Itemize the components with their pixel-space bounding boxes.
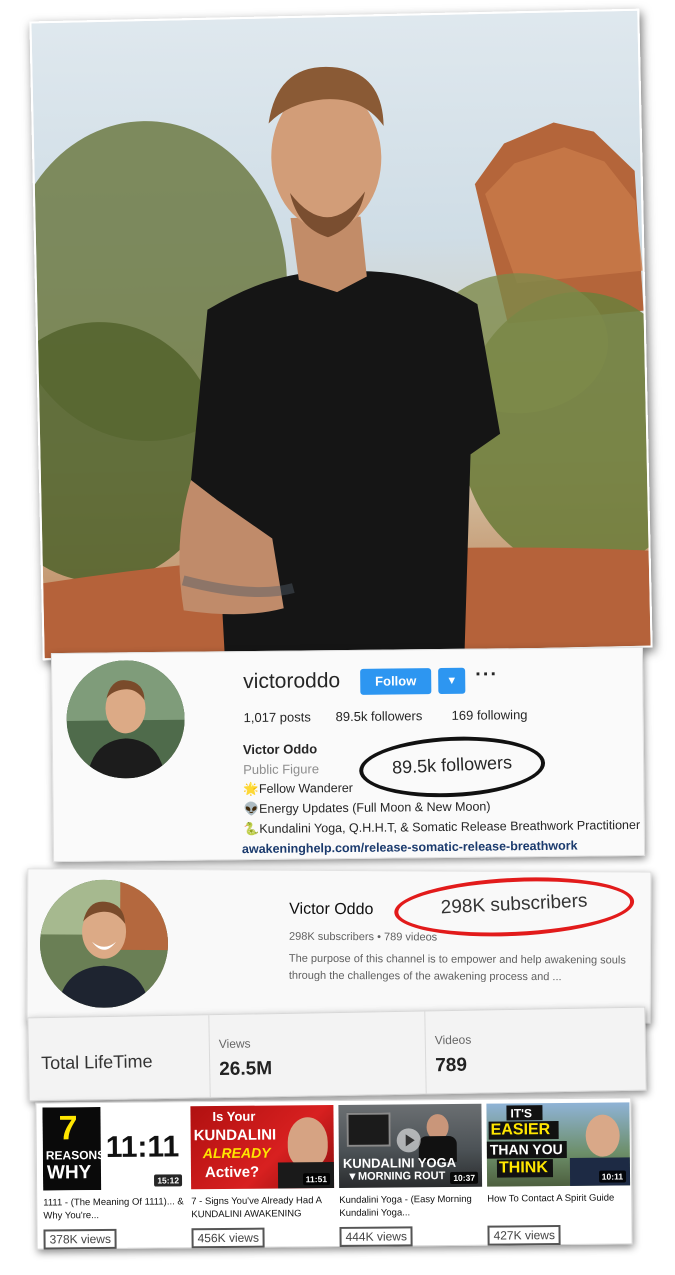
lifetime-stats-card: Total LifeTime Views 26.5M Videos 789	[27, 1006, 647, 1102]
followers-highlight-circle: 89.5k followers	[357, 732, 547, 802]
thumbnail-text: KUNDALINI	[193, 1126, 277, 1145]
video-views: 427K views	[487, 1225, 562, 1246]
video-title[interactable]: 1111 - (The Meaning Of 1111)... & Why Yo…	[43, 1195, 186, 1224]
thumbnail-text: 7	[58, 1109, 78, 1148]
video-views: 444K views	[339, 1226, 414, 1247]
views-label: Views	[218, 1036, 251, 1052]
stats-videos-cell: Videos 789	[424, 1008, 645, 1094]
thumbnail-text: Active?	[204, 1163, 260, 1182]
video-thumbnail[interactable]: Is Your KUNDALINI ALREADY Active? 11:51	[190, 1105, 335, 1190]
thumbnail-text: THAN YOU	[489, 1141, 563, 1158]
video-duration: 10:37	[450, 1171, 479, 1184]
thumbnail-text: ▼MORNING ROUT	[346, 1170, 446, 1183]
more-options-button[interactable]: ···	[475, 663, 498, 686]
thumbnail-text: 11:11	[105, 1130, 180, 1164]
thumbnail-text: Is Your	[212, 1108, 256, 1125]
portrait-image	[31, 66, 651, 659]
video-thumbnail[interactable]: 7 REASONS WHY 11:11 15:12	[42, 1106, 187, 1191]
video-title[interactable]: 7 - Signs You've Already Had A KUNDALINI…	[191, 1194, 334, 1223]
youtube-channel-card: Victor Oddo 298K subscribers 298K subscr…	[26, 868, 652, 1024]
bio-line: 🐍Kundalini Yoga, Q.H.H.T, & Somatic Rele…	[243, 817, 641, 837]
video-card[interactable]: Is Your KUNDALINI ALREADY Active? 11:51 …	[190, 1105, 335, 1249]
thumbnail-text: REASONS	[45, 1147, 106, 1163]
hero-photo	[29, 8, 653, 661]
chevron-down-icon: ▼	[446, 674, 458, 687]
instagram-profile-card: victoroddo Follow ▼ ··· 1,017 posts 89.5…	[50, 646, 646, 863]
bio-link[interactable]: awakeninghelp.com/release-somatic-releas…	[242, 839, 578, 857]
video-views: 378K views	[43, 1228, 118, 1250]
instagram-username: victoroddo	[243, 669, 341, 694]
follow-button[interactable]: Follow	[360, 668, 432, 695]
channel-description[interactable]: The purpose of this channel is to empowe…	[289, 951, 639, 987]
thumbnail-text: ALREADY	[202, 1144, 271, 1162]
views-value: 26.5M	[219, 1058, 273, 1081]
video-duration: 15:12	[154, 1174, 183, 1187]
thumbnail-text: WHY	[46, 1162, 92, 1184]
video-duration: 10:11	[598, 1170, 627, 1183]
profile-name: Victor Oddo	[242, 741, 318, 758]
thumbnail-person	[585, 1114, 620, 1157]
play-icon	[396, 1128, 421, 1153]
thumbnail-person	[287, 1117, 328, 1168]
bio-line: 👽Energy Updates (Full Moon & New Moon)	[243, 799, 491, 817]
thumbnail-text: EASIER	[490, 1121, 551, 1139]
videos-label: Videos	[434, 1032, 472, 1048]
subscribers-highlight-text: 298K subscribers	[440, 890, 588, 919]
bio-line: 🌟Fellow Wanderer	[243, 780, 354, 797]
page: victoroddo Follow ▼ ··· 1,017 posts 89.5…	[0, 0, 675, 1275]
followers-count[interactable]: 89.5k followers	[336, 708, 423, 724]
thumbnail-text: THINK	[498, 1159, 548, 1177]
posts-count[interactable]: 1,017 posts	[244, 709, 311, 725]
stats-views-cell: Views 26.5M	[208, 1011, 427, 1098]
thumbnail-text: KUNDALINI YOGA	[342, 1154, 457, 1171]
video-thumbnail[interactable]: KUNDALINI YOGA ▼MORNING ROUT 10:37	[338, 1103, 483, 1188]
video-strip: 7 REASONS WHY 11:11 15:12 1111 - (The Me…	[35, 1097, 633, 1250]
total-lifetime-label: Total LifeTime	[40, 1051, 153, 1074]
profile-category: Public Figure	[243, 761, 320, 778]
video-card[interactable]: 7 REASONS WHY 11:11 15:12 1111 - (The Me…	[42, 1106, 187, 1250]
video-card[interactable]: KUNDALINI YOGA ▼MORNING ROUT 10:37 Kunda…	[338, 1103, 483, 1247]
video-title[interactable]: Kundalini Yoga - (Easy Morning Kundalini…	[339, 1193, 482, 1222]
video-duration: 11:51	[302, 1173, 331, 1186]
thumbnail-text: IT'S	[510, 1106, 533, 1121]
video-views: 456K views	[191, 1227, 266, 1249]
video-card[interactable]: IT'S EASIER THAN YOU THINK 10:11 How To …	[486, 1102, 631, 1246]
thumbnail-fireplace	[346, 1112, 391, 1147]
instagram-avatar[interactable]	[66, 659, 186, 779]
video-thumbnail[interactable]: IT'S EASIER THAN YOU THINK 10:11	[486, 1102, 631, 1187]
videos-value: 789	[435, 1054, 468, 1077]
followers-highlight-text: 89.5k followers	[391, 752, 513, 778]
following-count[interactable]: 169 following	[452, 707, 528, 723]
channel-meta: 298K subscribers • 789 videos	[289, 930, 438, 944]
more-horizontal-icon: ···	[475, 663, 499, 686]
video-title[interactable]: How To Contact A Spirit Guide	[487, 1191, 630, 1220]
youtube-avatar[interactable]	[39, 879, 169, 1009]
channel-name[interactable]: Victor Oddo	[289, 901, 373, 919]
stats-total-cell: Total LifeTime	[28, 1015, 211, 1101]
follow-dropdown-button[interactable]: ▼	[438, 667, 466, 695]
